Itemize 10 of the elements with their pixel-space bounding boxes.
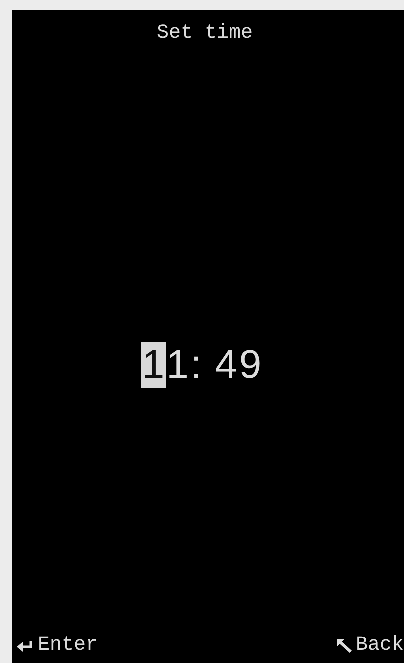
time-digit[interactable]: 1 [166,342,190,388]
back-label: Back [356,634,404,657]
arrow-icon [336,638,352,654]
time-digit[interactable]: 1 [141,342,166,388]
screen-title: Set time [156,22,253,45]
time-digit[interactable]: 4 [214,342,238,388]
time-digit[interactable]: 9 [238,342,263,388]
time-digit[interactable]: : [190,342,214,388]
enter-label: Enter [38,634,98,657]
enter-icon [16,640,34,652]
